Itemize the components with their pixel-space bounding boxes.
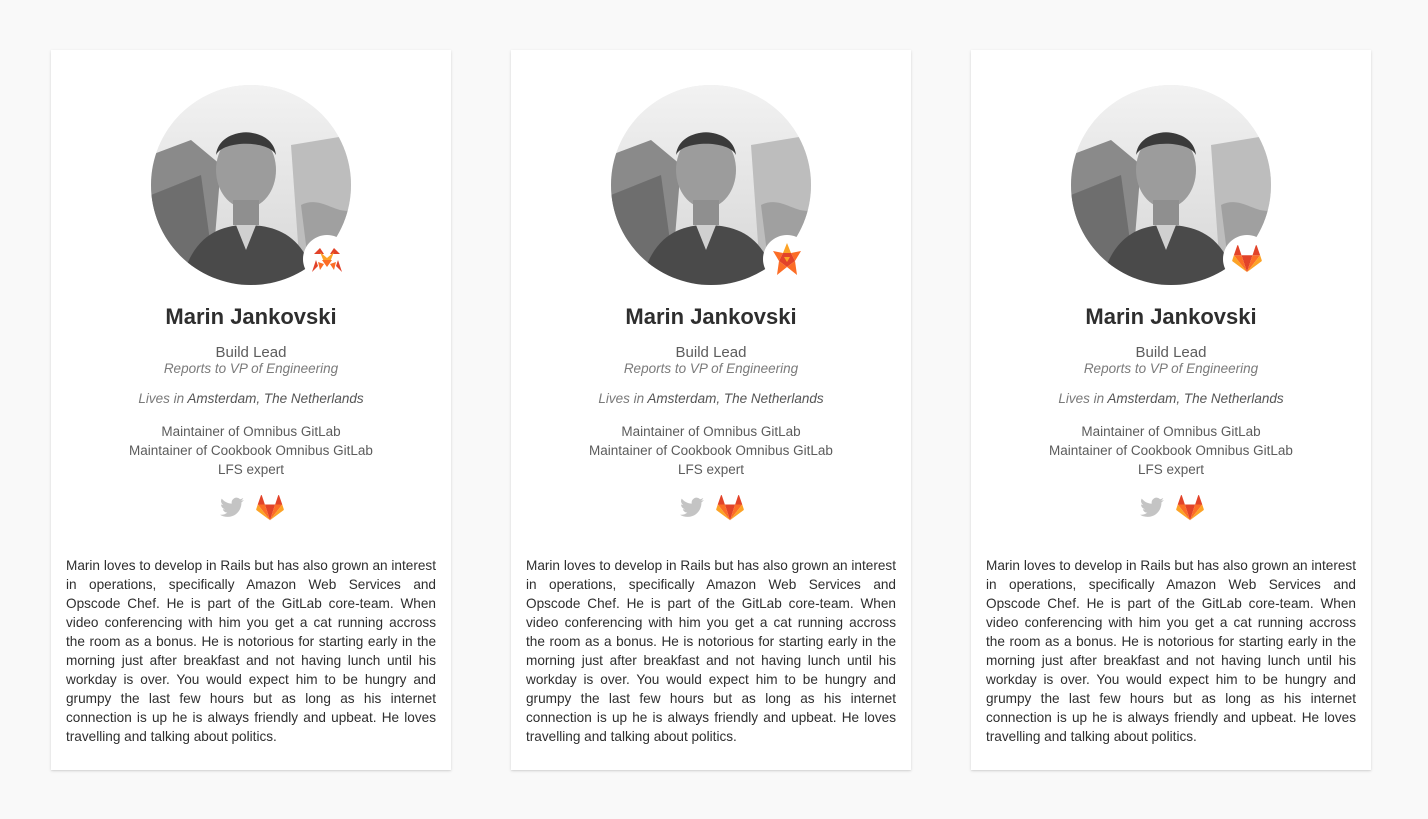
team-member-card: Marin Jankovski Build Lead Reports to VP… — [511, 50, 911, 770]
team-cards: Marin Jankovski Build Lead Reports to VP… — [0, 0, 1428, 819]
member-name: Marin Jankovski — [625, 304, 797, 329]
responsibility-item: Maintainer of Omnibus GitLab — [1081, 424, 1261, 439]
twitter-icon[interactable] — [1138, 495, 1166, 521]
avatar-wrap — [151, 85, 351, 285]
social-links — [51, 495, 451, 521]
member-bio: Marin loves to develop in Rails but has … — [526, 558, 896, 744]
social-links — [511, 495, 911, 521]
social-links — [971, 495, 1371, 521]
responsibility-item: LFS expert — [217, 462, 285, 477]
member-responsibilities: Maintainer of Omnibus GitLab Maintainer … — [511, 422, 911, 479]
member-name: Marin Jankovski — [1085, 304, 1257, 329]
member-location: Lives in Amsterdam, The Netherlands — [971, 391, 1371, 406]
tanuki-star-icon — [763, 235, 811, 283]
member-responsibilities: Maintainer of Omnibus GitLab Maintainer … — [51, 422, 451, 479]
member-responsibilities: Maintainer of Omnibus GitLab Maintainer … — [971, 422, 1371, 479]
lives-prefix: Lives in — [138, 391, 185, 406]
member-reports-to: Reports to VP of Engineering — [1083, 361, 1259, 376]
twitter-icon[interactable] — [678, 495, 706, 521]
member-name: Marin Jankovski — [165, 304, 337, 329]
member-reports-to: Reports to VP of Engineering — [163, 361, 339, 376]
member-role: Build Lead — [675, 344, 747, 361]
tanuki-icon — [1223, 235, 1271, 283]
responsibility-item: LFS expert — [1137, 462, 1205, 477]
member-location: Lives in Amsterdam, The Netherlands — [511, 391, 911, 406]
twitter-icon[interactable] — [218, 495, 246, 521]
location-text: Amsterdam, The Netherlands — [187, 391, 364, 406]
lives-prefix: Lives in — [598, 391, 645, 406]
team-member-card: Marin Jankovski Build Lead Reports to VP… — [51, 50, 451, 770]
location-text: Amsterdam, The Netherlands — [647, 391, 824, 406]
gitlab-icon[interactable] — [256, 495, 284, 521]
gitlab-icon[interactable] — [716, 495, 744, 521]
location-text: Amsterdam, The Netherlands — [1107, 391, 1284, 406]
responsibility-item: Maintainer of Cookbook Omnibus GitLab — [589, 443, 833, 458]
gitlab-icon[interactable] — [1176, 495, 1204, 521]
avatar-wrap — [1071, 85, 1271, 285]
avatar-wrap — [611, 85, 811, 285]
member-bio: Marin loves to develop in Rails but has … — [986, 558, 1356, 744]
team-member-card: Marin Jankovski Build Lead Reports to VP… — [971, 50, 1371, 770]
member-role: Build Lead — [1135, 344, 1207, 361]
responsibility-item: LFS expert — [677, 462, 745, 477]
lives-prefix: Lives in — [1058, 391, 1105, 406]
responsibility-item: Maintainer of Omnibus GitLab — [621, 424, 801, 439]
member-location: Lives in Amsterdam, The Netherlands — [51, 391, 451, 406]
member-bio: Marin loves to develop in Rails but has … — [66, 558, 436, 744]
tanuki-crab-icon — [303, 235, 351, 283]
responsibility-item: Maintainer of Cookbook Omnibus GitLab — [129, 443, 373, 458]
member-reports-to: Reports to VP of Engineering — [623, 361, 799, 376]
responsibility-item: Maintainer of Cookbook Omnibus GitLab — [1049, 443, 1293, 458]
responsibility-item: Maintainer of Omnibus GitLab — [161, 424, 341, 439]
member-role: Build Lead — [215, 344, 287, 361]
